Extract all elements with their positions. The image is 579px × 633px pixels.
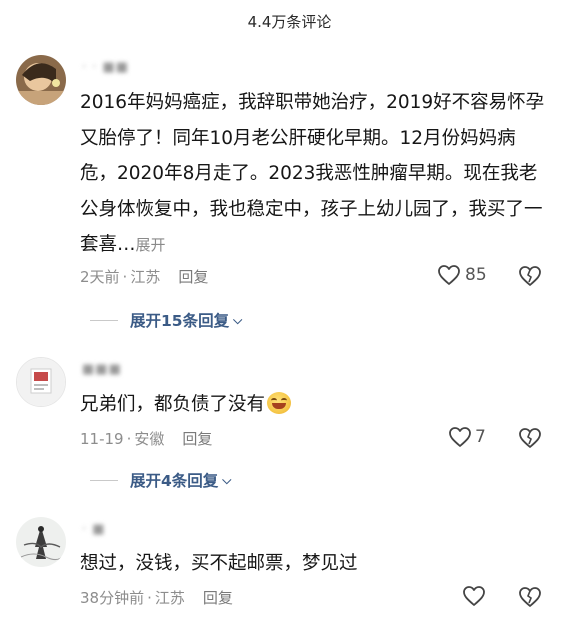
- dislike-button[interactable]: [518, 265, 542, 291]
- like-count: 7: [475, 427, 486, 447]
- username[interactable]: · ■: [82, 522, 106, 537]
- card-avatar-icon: [17, 358, 65, 406]
- dislike-button[interactable]: [518, 586, 542, 612]
- comment-location: 江苏: [154, 589, 185, 607]
- reply-button[interactable]: 回复: [203, 587, 233, 608]
- like-button[interactable]: [462, 585, 486, 607]
- like-button[interactable]: 85: [437, 264, 487, 286]
- comment-location: 安徽: [134, 430, 165, 448]
- comments-header: 4.4万条评论: [0, 0, 579, 42]
- replies-label: 展开15条回复: [130, 312, 230, 330]
- divider-line: [90, 319, 118, 321]
- reply-button[interactable]: 回复: [182, 428, 212, 449]
- avatar[interactable]: [16, 517, 66, 567]
- chevron-down-icon: ⌵: [222, 472, 232, 487]
- meta-separator: ·: [122, 267, 128, 286]
- comment-time: 2天前: [80, 268, 120, 286]
- expand-replies-button[interactable]: 展开15条回复 ⌵: [90, 309, 242, 331]
- heart-icon: [463, 586, 485, 606]
- username[interactable]: · · ■■: [82, 60, 129, 75]
- comment-text: 兄弟们，都负债了没有: [80, 387, 550, 423]
- comment-time: 38分钟前: [80, 589, 145, 607]
- comment-meta: 38分钟前 · 江苏 回复: [80, 587, 233, 608]
- comment-text: 想过，没钱，买不起邮票，梦见过: [80, 553, 358, 574]
- replies-label: 展开4条回复: [130, 472, 219, 490]
- avatar[interactable]: [16, 357, 66, 407]
- expand-replies-button[interactable]: 展开4条回复 ⌵: [90, 469, 231, 491]
- broken-heart-icon: [519, 266, 541, 286]
- chevron-down-icon: ⌵: [233, 312, 243, 327]
- heart-icon: [449, 427, 471, 447]
- like-count: 85: [465, 265, 487, 285]
- grin-emoji-icon: [267, 392, 292, 414]
- comment-location: 江苏: [130, 268, 161, 286]
- username[interactable]: ■■■: [82, 362, 122, 377]
- meta-separator: ·: [126, 429, 132, 448]
- like-button[interactable]: 7: [448, 426, 486, 448]
- meta-separator: ·: [147, 588, 152, 607]
- broken-heart-icon: [519, 428, 541, 448]
- expand-link[interactable]: 展开: [136, 236, 166, 254]
- reply-button[interactable]: 回复: [178, 266, 208, 287]
- comment-meta: 11-19 · 安徽 回复: [80, 428, 212, 449]
- comment-time: 11-19: [80, 429, 124, 448]
- photo-avatar-icon: [16, 55, 66, 105]
- divider-line: [90, 479, 118, 481]
- comment-meta: 2天前 · 江苏 回复: [80, 266, 208, 287]
- heart-icon: [438, 265, 460, 285]
- dislike-button[interactable]: [518, 427, 542, 453]
- ink-painting-avatar-icon: [16, 517, 66, 567]
- comment-count-title: 4.4万条评论: [247, 12, 332, 31]
- broken-heart-icon: [519, 587, 541, 607]
- comment-text: 2016年妈妈癌症，我辞职带她治疗，2019好不容易怀孕又胎停了！同年10月老公…: [80, 92, 545, 255]
- avatar[interactable]: [16, 55, 66, 105]
